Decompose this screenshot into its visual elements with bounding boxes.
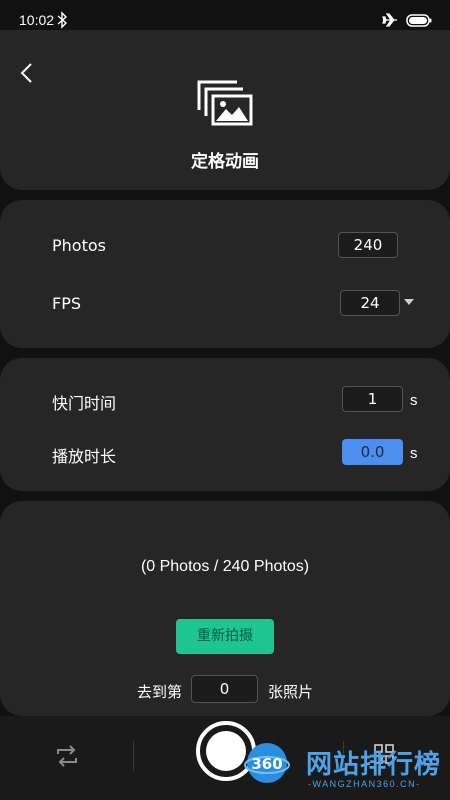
battery-icon bbox=[406, 14, 432, 27]
shutter-time-label: 快门时间 bbox=[52, 394, 117, 413]
shutter-time-unit: s bbox=[410, 392, 418, 409]
reshoot-button[interactable]: 重新拍摄 bbox=[176, 619, 274, 654]
goto-photo-input[interactable]: 0 bbox=[191, 675, 258, 703]
photos-label: Photos bbox=[52, 236, 106, 255]
stop-motion-gallery-icon bbox=[197, 80, 253, 126]
page-title: 定格动画 bbox=[191, 152, 259, 172]
time-settings-card bbox=[0, 358, 450, 491]
video-settings-card bbox=[0, 200, 450, 348]
watermark-logo-text: 360 bbox=[251, 755, 282, 773]
watermark-logo-icon: 360 bbox=[244, 743, 290, 783]
fps-select[interactable]: 24 bbox=[340, 290, 400, 316]
switch-camera-icon[interactable] bbox=[54, 745, 80, 767]
playback-duration-label: 播放时长 bbox=[52, 447, 117, 466]
playback-duration-unit: s bbox=[410, 445, 418, 462]
airplane-mode-icon bbox=[382, 13, 397, 27]
fps-label: FPS bbox=[52, 294, 82, 313]
toolbar-divider bbox=[133, 741, 134, 771]
playback-duration-input[interactable]: 0.0 bbox=[342, 439, 403, 465]
photos-count-input[interactable]: 240 bbox=[338, 232, 398, 258]
bluetooth-icon bbox=[57, 11, 68, 29]
watermark-subtext: -WANGZHAN360.CN- bbox=[308, 779, 421, 789]
photo-progress-text: (0 Photos / 240 Photos) bbox=[140, 558, 310, 575]
goto-photo-prefix: 去到第 bbox=[137, 683, 183, 701]
shutter-time-input[interactable]: 1 bbox=[342, 386, 403, 412]
back-arrow-icon[interactable] bbox=[18, 62, 36, 84]
watermark-text: 网站排行榜 bbox=[306, 750, 442, 780]
shutter-button-inner bbox=[206, 731, 246, 771]
status-time: 10:02 bbox=[19, 12, 55, 28]
goto-photo-suffix: 张照片 bbox=[268, 683, 314, 701]
chevron-down-icon[interactable] bbox=[404, 299, 414, 305]
